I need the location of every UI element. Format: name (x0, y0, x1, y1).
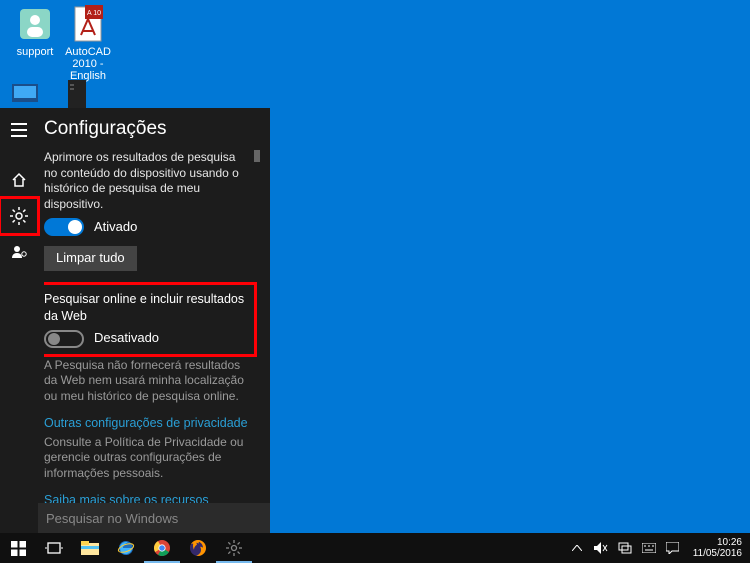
tray-chevron-up-icon[interactable] (569, 540, 585, 556)
gear-icon[interactable] (0, 198, 38, 234)
settings-app-button[interactable] (216, 533, 252, 563)
panel-rail (0, 108, 38, 533)
start-button[interactable] (0, 533, 36, 563)
firefox-button[interactable] (180, 533, 216, 563)
panel-scroll-area: Aprimore os resultados de pesquisa no co… (44, 150, 260, 533)
taskbar: 10:26 11/05/2016 (0, 533, 750, 563)
privacy-desc: Consulte a Política de Privacidade ou ge… (44, 435, 250, 482)
search-placeholder: Pesquisar no Windows (46, 511, 178, 526)
home-icon[interactable] (0, 162, 38, 198)
taskbar-left (0, 533, 252, 563)
panel-title: Configurações (44, 118, 260, 140)
panel-content: Configurações Aprimore os resultados de … (38, 108, 270, 533)
toggle-off-label: Desativado (94, 330, 159, 347)
desktop-icon-label: support (17, 46, 54, 58)
web-results-label: Pesquisar online e incluir resultados da… (44, 291, 250, 324)
clock-date: 11/05/2016 (693, 548, 742, 559)
svg-text:A 10: A 10 (87, 10, 101, 17)
search-input[interactable]: Pesquisar no Windows (38, 503, 270, 533)
network-icon[interactable] (617, 540, 633, 556)
clear-all-button[interactable]: Limpar tudo (44, 246, 137, 271)
menu-icon[interactable] (0, 112, 38, 148)
system-tray: 10:26 11/05/2016 (569, 537, 750, 559)
privacy-settings-link[interactable]: Outras configurações de privacidade (44, 415, 250, 431)
cortana-settings-panel: Configurações Aprimore os resultados de … (0, 108, 270, 533)
device-history-toggle[interactable] (44, 218, 84, 236)
support-icon (15, 4, 55, 44)
internet-explorer-button[interactable] (108, 533, 144, 563)
web-results-desc: A Pesquisa não fornecerá resultados da W… (44, 358, 250, 405)
desktop-icon-autocad[interactable]: A 10 AutoCAD 2010 - English (58, 4, 118, 82)
scrollbar[interactable] (254, 150, 260, 162)
volume-muted-icon[interactable] (593, 540, 609, 556)
toggle-on-label: Ativado (94, 219, 137, 236)
clock-time: 10:26 (693, 537, 742, 548)
improve-results-desc: Aprimore os resultados de pesquisa no co… (44, 150, 250, 212)
taskbar-clock[interactable]: 10:26 11/05/2016 (689, 537, 746, 559)
web-results-section: Pesquisar online e incluir resultados da… (44, 285, 254, 354)
task-view-button[interactable] (36, 533, 72, 563)
chrome-button[interactable] (144, 533, 180, 563)
web-results-toggle[interactable] (44, 330, 84, 348)
desktop-icon-label: AutoCAD 2010 - English (58, 46, 118, 82)
autocad-icon: A 10 (68, 4, 108, 44)
file-explorer-button[interactable] (72, 533, 108, 563)
keyboard-layout-icon[interactable] (641, 540, 657, 556)
desktop: support A 10 AutoCAD 2010 - English (0, 0, 750, 563)
action-center-icon[interactable] (665, 540, 681, 556)
feedback-icon[interactable] (0, 234, 38, 270)
